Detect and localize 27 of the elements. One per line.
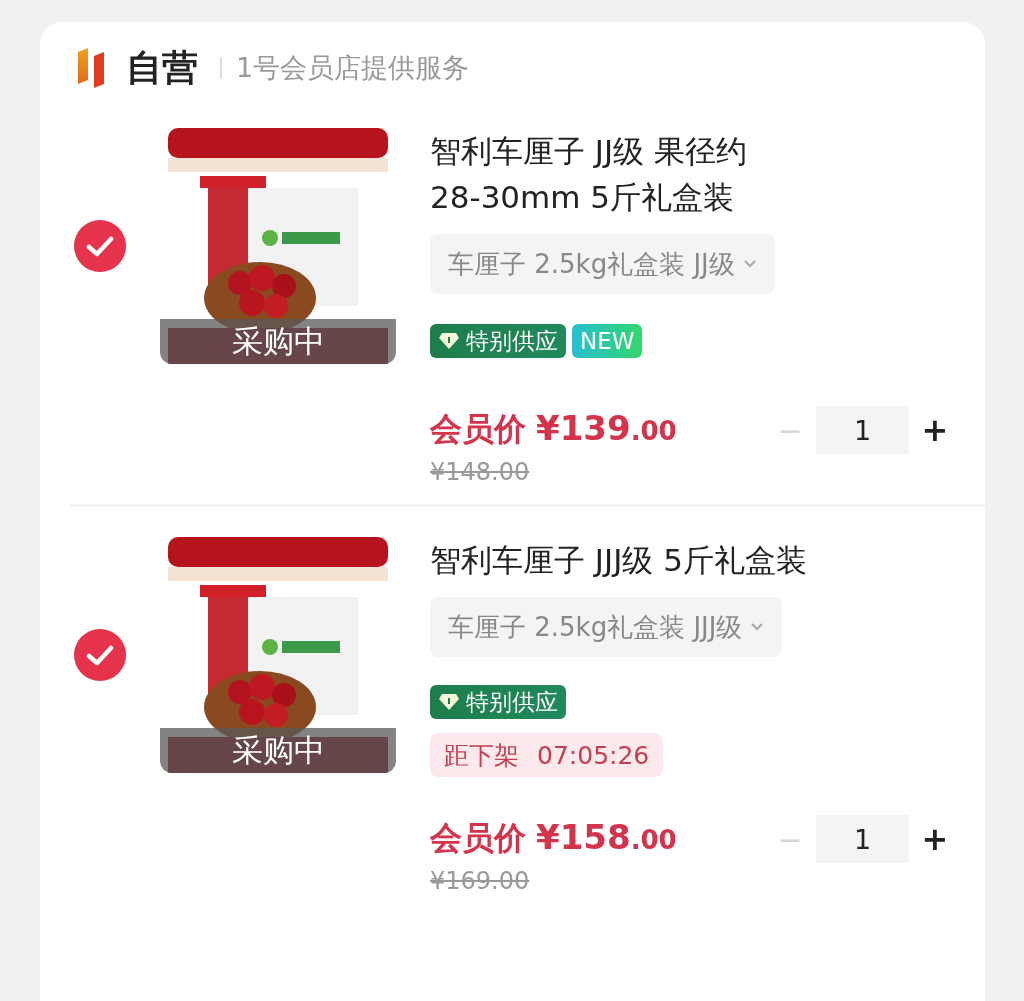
- original-price: ¥148.00: [430, 458, 530, 486]
- checkbox[interactable]: [74, 220, 126, 272]
- diamond-icon: [438, 332, 460, 350]
- price-label: 会员价: [430, 409, 526, 450]
- tag: NEW: [572, 324, 643, 358]
- chevron-down-icon: [742, 259, 757, 269]
- store-label: 自营: [126, 45, 198, 90]
- status-overlay: 采购中: [160, 728, 396, 773]
- chevron-down-icon: [750, 622, 765, 632]
- increase-button[interactable]: +: [915, 411, 955, 449]
- countdown-time: 07:05:26: [537, 740, 650, 770]
- quantity-field[interactable]: 1: [816, 815, 909, 863]
- tag: 特别供应: [430, 324, 566, 358]
- price: ¥158.00: [536, 817, 677, 857]
- tag: 特别供应: [430, 685, 566, 719]
- price-label: 会员价: [430, 818, 526, 859]
- increase-button[interactable]: +: [915, 820, 955, 858]
- product-title[interactable]: 智利车厘子 JJJ级 5斤礼盒装: [430, 537, 807, 583]
- checkbox[interactable]: [74, 629, 126, 681]
- status-overlay: 采购中: [160, 319, 396, 364]
- diamond-icon: [438, 693, 460, 711]
- product-title[interactable]: 智利车厘子 JJ级 果径约 28-30mm 5斤礼盒装: [430, 128, 747, 220]
- countdown-label: 距下架: [444, 739, 519, 772]
- quantity-field[interactable]: 1: [816, 406, 909, 454]
- provider-text: 1号会员店提供服务: [236, 51, 470, 85]
- price: ¥139.00: [536, 408, 677, 448]
- original-price: ¥169.00: [430, 867, 530, 895]
